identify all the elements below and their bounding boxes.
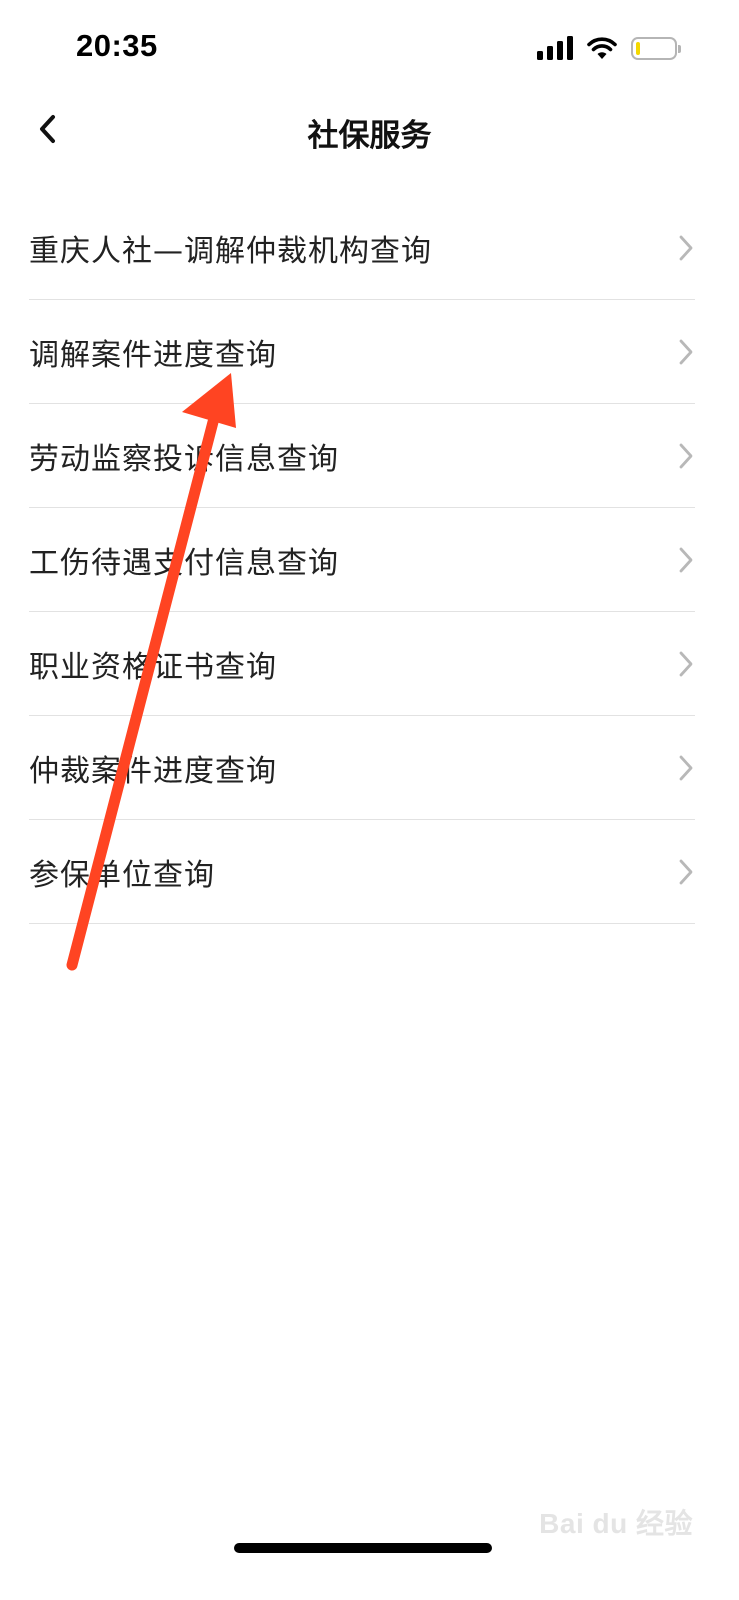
chevron-right-icon [679,755,693,780]
nav-bar: 社保服务 [0,96,739,162]
status-bar: 20:35 [0,0,739,96]
list-item-label: 工伤待遇支付信息查询 [29,545,339,581]
status-time: 20:35 [76,28,158,63]
chevron-right-icon [679,443,693,468]
chevron-right-icon [679,547,693,572]
battery-level-fill [636,41,641,55]
app-screen: 20:35 社保服务 重庆人社—调解仲裁机构查询 调解案件进度查询 劳动监察投诉… [0,0,739,1600]
list-item-vocational-certificate[interactable]: 职业资格证书查询 [29,612,695,716]
list-item-arbitration-case-progress[interactable]: 仲裁案件进度查询 [29,716,695,820]
service-menu-list: 重庆人社—调解仲裁机构查询 调解案件进度查询 劳动监察投诉信息查询 工伤待遇支付… [29,196,695,924]
list-item-labor-inspection-complaint[interactable]: 劳动监察投诉信息查询 [29,404,695,508]
page-title: 社保服务 [307,118,432,154]
list-item-mediation-case-progress[interactable]: 调解案件进度查询 [29,300,695,404]
list-item-label: 仲裁案件进度查询 [29,753,277,789]
list-item-label: 重庆人社—调解仲裁机构查询 [29,233,432,269]
status-icons [537,34,681,62]
chevron-left-icon [40,115,55,143]
chevron-right-icon [679,651,693,676]
chevron-right-icon [679,339,693,364]
list-item-work-injury-payment[interactable]: 工伤待遇支付信息查询 [29,508,695,612]
list-item-label: 劳动监察投诉信息查询 [29,441,339,477]
signal-icon [537,36,573,60]
battery-icon [631,36,681,60]
list-item-insured-employer[interactable]: 参保单位查询 [29,820,695,924]
wifi-icon [587,36,617,60]
home-indicator[interactable] [234,1543,492,1553]
chevron-right-icon [679,235,693,260]
back-button[interactable] [22,104,72,154]
list-item-label: 调解案件进度查询 [29,337,277,373]
list-item-mediation-arbitration-agency[interactable]: 重庆人社—调解仲裁机构查询 [29,196,695,300]
baidu-watermark: Bai du 经验 [539,1508,693,1539]
chevron-right-icon [679,859,693,884]
list-item-label: 职业资格证书查询 [29,649,277,685]
list-item-label: 参保单位查询 [29,857,215,893]
